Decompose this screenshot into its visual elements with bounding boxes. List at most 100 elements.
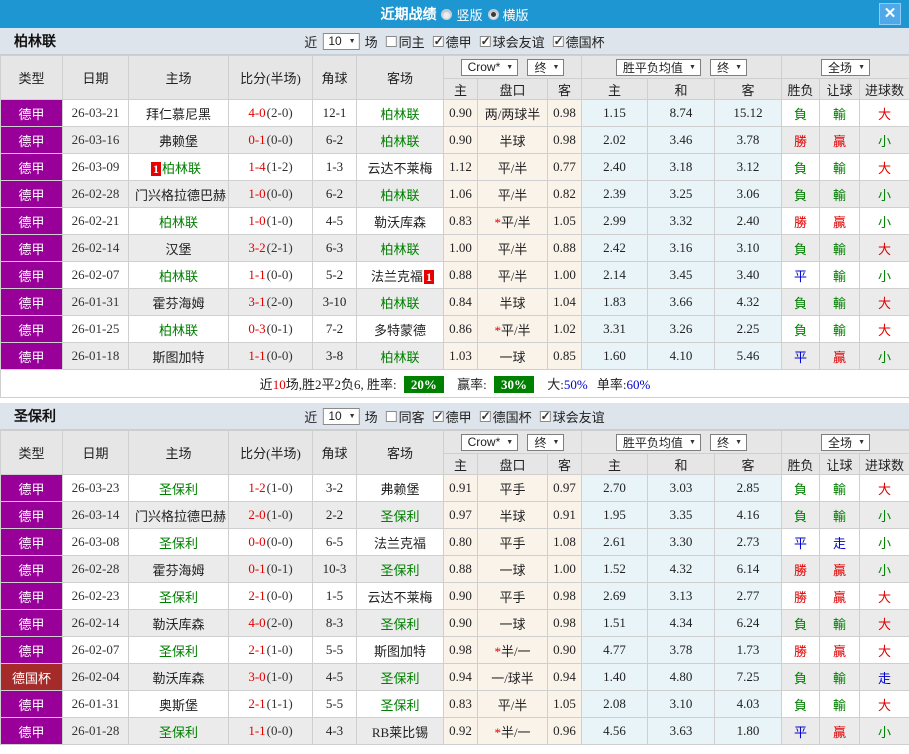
result-handicap: 贏 bbox=[819, 555, 861, 583]
match-date: 26-01-31 bbox=[62, 288, 129, 316]
asian-home-odds: 0.83 bbox=[443, 207, 478, 235]
result-overunder: 走 bbox=[859, 663, 909, 691]
home-team: 汉堡 bbox=[128, 234, 229, 262]
same-venue-checkbox[interactable]: 同主 bbox=[385, 32, 425, 51]
result-wdl: 勝 bbox=[781, 636, 821, 664]
asian-away-odds: 1.02 bbox=[547, 315, 582, 343]
odds-time-select[interactable]: 终 ▼ bbox=[527, 433, 565, 451]
euro-home-odds: 2.69 bbox=[581, 582, 648, 610]
handicap-cell: *一/球半 bbox=[477, 663, 548, 691]
match-date: 26-02-28 bbox=[62, 555, 129, 583]
home-team: 霍芬海姆 bbox=[128, 288, 229, 316]
asian-home-odds: 0.80 bbox=[443, 528, 478, 556]
handicap-value: 平/半 bbox=[497, 187, 528, 203]
euro-odds-select[interactable]: 胜平负均值 ▼ bbox=[615, 58, 701, 76]
halftime-score: (0-0) bbox=[266, 132, 293, 147]
asian-odds-group: Crow* ▼ 终 ▼ bbox=[443, 430, 582, 454]
close-icon[interactable]: ✕ bbox=[879, 3, 901, 25]
result-group: 全场 ▼ bbox=[781, 430, 909, 454]
result-overunder: 大 bbox=[859, 99, 909, 127]
halftime-score: (0-0) bbox=[266, 534, 293, 549]
euro-odds-group: 胜平负均值 ▼ 终 ▼ bbox=[580, 430, 783, 454]
away-team: 圣保利 bbox=[356, 663, 444, 691]
scope-select[interactable]: 全场 ▼ bbox=[821, 58, 870, 76]
away-team-name: 圣保利 bbox=[380, 508, 420, 524]
result-overunder: 小 bbox=[859, 501, 909, 529]
home-team: 柏林联 bbox=[128, 315, 229, 343]
score-cell: 3-2(2-1) bbox=[228, 234, 313, 262]
bookmaker-select[interactable]: Crow* ▼ bbox=[460, 433, 519, 451]
league-checkbox[interactable]: 德国杯 bbox=[479, 407, 532, 426]
league-checkbox[interactable]: 德甲 bbox=[432, 32, 472, 51]
halftime-score: (2-0) bbox=[266, 294, 293, 309]
table-row: 德甲 26-03-14 门兴格拉德巴赫 2-0(1-0) 2-2 圣保利 0.9… bbox=[0, 501, 909, 529]
score-cell: 1-0(1-0) bbox=[228, 207, 313, 235]
summary-games-count: 10 bbox=[272, 377, 286, 392]
titlebar: 近期战绩 竖版 横版 ✕ bbox=[0, 0, 909, 28]
match-count-select[interactable]: 10 ▼ bbox=[322, 32, 360, 50]
result-handicap: 贏 bbox=[819, 342, 861, 370]
match-count-select[interactable]: 10 ▼ bbox=[322, 407, 360, 425]
handicap-value: 半/一 bbox=[500, 724, 531, 740]
score-cell: 1-1(0-0) bbox=[228, 342, 313, 370]
away-team-name: RB莱比锡 bbox=[371, 724, 429, 740]
away-team-name: 圣保利 bbox=[380, 670, 420, 686]
away-team-name: 弗赖堡 bbox=[380, 481, 420, 497]
layout-radio-vertical[interactable]: 竖版 bbox=[441, 5, 483, 24]
fulltime-score: 3-1 bbox=[248, 294, 266, 309]
league-checkbox[interactable]: 德国杯 bbox=[552, 32, 605, 51]
home-team: 奥斯堡 bbox=[128, 690, 229, 718]
handicap-cell: *半/一 bbox=[477, 717, 548, 745]
scope-select[interactable]: 全场 ▼ bbox=[821, 433, 870, 451]
fulltime-score: 2-1 bbox=[248, 642, 266, 657]
corner-score: 7-2 bbox=[312, 315, 357, 343]
same-venue-checkbox[interactable]: 同客 bbox=[385, 407, 425, 426]
asian-home-odds: 0.86 bbox=[443, 315, 478, 343]
fulltime-score: 0-0 bbox=[248, 534, 266, 549]
radio-icon[interactable] bbox=[441, 8, 453, 20]
home-team-name: 门兴格拉德巴赫 bbox=[135, 187, 227, 203]
section-head: 柏林联 近 10▼ 场 同主 德甲 球会友谊 德国杯 bbox=[0, 28, 909, 55]
asian-home-odds: 0.88 bbox=[443, 261, 478, 289]
euro-draw-odds: 8.74 bbox=[647, 99, 715, 127]
match-type: 德甲 bbox=[0, 234, 63, 262]
corner-score: 6-5 bbox=[312, 528, 357, 556]
away-team-name: 柏林联 bbox=[380, 295, 420, 311]
handicap-value: 一球 bbox=[499, 562, 526, 578]
result-handicap: 贏 bbox=[819, 126, 861, 154]
odds-time-select[interactable]: 终 ▼ bbox=[527, 58, 565, 76]
asian-home-odds: 0.84 bbox=[443, 288, 478, 316]
league-checkbox[interactable]: 球会友谊 bbox=[479, 32, 545, 51]
euro-time-select[interactable]: 终 ▼ bbox=[710, 433, 748, 451]
asian-away-odds: 0.98 bbox=[547, 99, 582, 127]
table-row: 德甲 26-01-31 奥斯堡 2-1(1-1) 5-5 圣保利 0.83 *平… bbox=[0, 690, 909, 718]
result-handicap: 輸 bbox=[819, 288, 861, 316]
result-wdl: 負 bbox=[781, 609, 821, 637]
away-team: 法兰克福 bbox=[356, 528, 444, 556]
filter-bar: 近 10▼ 场 同客 德甲 德国杯 球会友谊 bbox=[304, 407, 605, 426]
layout-radio-horizontal[interactable]: 横版 bbox=[487, 5, 529, 24]
league-checkbox[interactable]: 德甲 bbox=[432, 407, 472, 426]
corner-score: 4-3 bbox=[312, 717, 357, 745]
euro-time-select[interactable]: 终 ▼ bbox=[710, 58, 748, 76]
bookmaker-select[interactable]: Crow* ▼ bbox=[460, 58, 519, 76]
window-title: 近期战绩 bbox=[380, 8, 437, 23]
fulltime-score: 2-0 bbox=[248, 507, 266, 522]
euro-odds-select[interactable]: 胜平负均值 ▼ bbox=[615, 433, 701, 451]
home-team-name: 圣保利 bbox=[158, 724, 198, 740]
halftime-score: (1-0) bbox=[266, 642, 293, 657]
halftime-score: (0-0) bbox=[266, 186, 293, 201]
result-wdl: 勝 bbox=[781, 126, 821, 154]
checkbox-icon bbox=[385, 35, 397, 47]
asian-home-odds: 1.00 bbox=[443, 234, 478, 262]
match-date: 26-03-09 bbox=[62, 153, 129, 181]
handicap-value: 一球 bbox=[499, 616, 526, 632]
euro-home-odds: 2.02 bbox=[581, 126, 648, 154]
radio-icon[interactable] bbox=[487, 8, 499, 20]
league-checkbox[interactable]: 球会友谊 bbox=[539, 407, 605, 426]
result-wdl: 平 bbox=[781, 717, 821, 745]
asian-away-odds: 0.97 bbox=[547, 474, 582, 502]
col-asia-home: 主 bbox=[443, 78, 478, 100]
checkbox-icon bbox=[539, 409, 551, 424]
corner-score: 3-10 bbox=[312, 288, 357, 316]
